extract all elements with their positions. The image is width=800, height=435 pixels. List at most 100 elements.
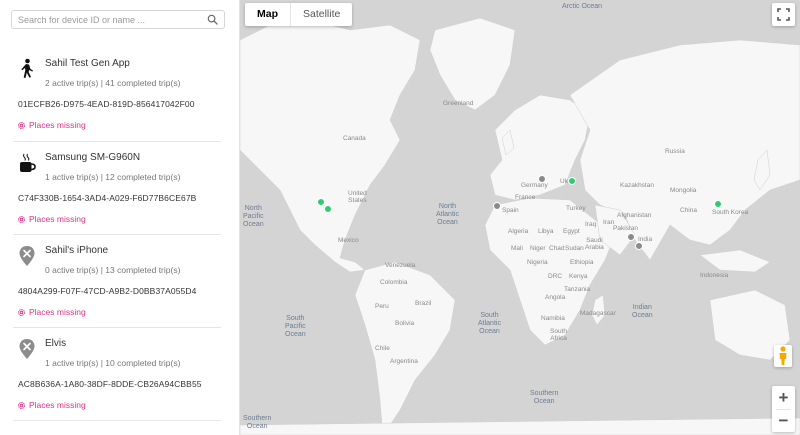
country-label: Turkey <box>566 205 586 212</box>
south-america-land <box>354 261 456 426</box>
device-location-marker[interactable] <box>324 205 332 213</box>
places-missing-link[interactable]: Places missing <box>17 120 86 130</box>
country-label: Kazakhstan <box>620 182 654 189</box>
fullscreen-icon <box>777 8 790 21</box>
map-type-control: Map Satellite <box>245 3 353 26</box>
device-item[interactable]: Elvis 1 active trip(s) | 10 completed tr… <box>0 326 239 420</box>
search-icon[interactable] <box>207 14 218 25</box>
coffee-cup-icon <box>20 153 36 172</box>
ocean-label: Indian Ocean <box>632 304 653 319</box>
country-label: China <box>680 207 697 214</box>
country-label: Algeria <box>508 228 529 235</box>
country-label: South Africa <box>550 328 567 342</box>
fullscreen-button[interactable] <box>772 3 795 26</box>
device-item[interactable]: Sahil Test Gen App 2 active trip(s) | 41… <box>0 46 239 140</box>
country-label: Germany <box>521 182 548 189</box>
country-label: Niger <box>530 245 546 252</box>
world-map[interactable]: Arctic Ocean North Pacific Ocean North A… <box>240 0 800 435</box>
device-id: 01ECFB26-D975-4EAD-819D-856417042F00 <box>18 99 195 109</box>
device-trips: 2 active trip(s) | 41 completed trip(s) <box>45 78 181 88</box>
country-label: Canada <box>343 135 366 142</box>
country-label: Argentina <box>390 358 418 365</box>
ocean-label: South Pacific Ocean <box>285 315 306 338</box>
device-id: 4804A299-F07F-47CD-A9B2-D0BB37A055D4 <box>18 286 197 296</box>
places-missing-link[interactable]: Places missing <box>17 214 86 224</box>
country-label: Peru <box>375 303 389 310</box>
map-type-map-button[interactable]: Map <box>245 3 291 26</box>
zoom-control: + − <box>772 386 795 432</box>
zoom-out-button[interactable]: − <box>772 409 795 432</box>
country-label: Bolivia <box>395 320 415 327</box>
country-label: United States <box>348 190 367 204</box>
device-trips: 1 active trip(s) | 10 completed trip(s) <box>45 358 181 368</box>
country-label: Mali <box>511 245 523 252</box>
device-item[interactable]: Samsung SM-G960N 1 active trip(s) | 12 c… <box>0 140 239 234</box>
greenland-land <box>429 17 516 111</box>
street-view-pegman[interactable] <box>774 345 792 367</box>
country-label: Venezuela <box>385 262 416 269</box>
ocean-label: South Atlantic Ocean <box>478 312 501 335</box>
device-sidebar: Sahil Test Gen App 2 active trip(s) | 41… <box>0 0 240 435</box>
country-label: Egypt <box>563 228 580 235</box>
ocean-label: Southern Ocean <box>243 415 272 430</box>
device-item[interactable]: Sahil's iPhone 0 active trip(s) | 13 com… <box>0 233 239 327</box>
gear-icon <box>18 401 25 409</box>
gear-icon <box>18 121 25 129</box>
walking-person-icon <box>21 58 33 78</box>
device-name: Elvis <box>45 338 67 349</box>
places-missing-label: Places missing <box>29 120 86 130</box>
places-missing-link[interactable]: Places missing <box>17 400 86 410</box>
ocean-label: North Atlantic Ocean <box>436 203 459 226</box>
country-label: Madagascar <box>580 310 616 317</box>
country-label: Spain <box>502 207 519 214</box>
device-id: C74F330B-1654-3AD4-A029-F6D77B6CE67B <box>18 193 197 203</box>
device-location-marker[interactable] <box>627 233 635 241</box>
search-box[interactable] <box>11 10 225 29</box>
country-label: Ethiopia <box>570 259 594 266</box>
country-label: Saudi Arabia <box>585 237 604 251</box>
ocean-label: Southern Ocean <box>530 390 559 405</box>
country-label: Namibia <box>541 315 565 322</box>
device-id: AC8B636A-1A80-38DF-8DDE-CB26A94CBB55 <box>18 379 202 389</box>
places-missing-label: Places missing <box>29 214 86 224</box>
device-location-marker[interactable] <box>493 202 501 210</box>
country-label: Iraq <box>585 221 597 228</box>
country-label: Angola <box>545 294 566 301</box>
device-name: Sahil's iPhone <box>45 245 109 256</box>
country-label: France <box>515 194 536 201</box>
device-trips: 0 active trip(s) | 13 completed trip(s) <box>45 265 181 275</box>
country-label: Chile <box>375 345 390 352</box>
country-label: Pakistan <box>613 225 638 232</box>
device-location-marker[interactable] <box>635 242 643 250</box>
device-location-marker[interactable] <box>538 175 546 183</box>
country-label: Afghanistan <box>617 212 652 219</box>
device-location-marker[interactable] <box>568 177 576 185</box>
device-name: Sahil Test Gen App <box>45 58 130 69</box>
location-x-icon <box>19 339 35 359</box>
country-label: Nigeria <box>527 259 548 266</box>
device-location-marker[interactable] <box>714 200 722 208</box>
map-type-satellite-button[interactable]: Satellite <box>291 3 352 26</box>
world-map-land <box>240 17 800 435</box>
device-name: Samsung SM-G960N <box>45 152 141 163</box>
places-missing-link[interactable]: Places missing <box>17 307 86 317</box>
country-label: Mongolia <box>670 187 697 194</box>
places-missing-label: Places missing <box>29 400 86 410</box>
zoom-in-button[interactable]: + <box>772 386 795 409</box>
country-label: Mexico <box>338 237 359 244</box>
ocean-label: Arctic Ocean <box>562 3 603 10</box>
country-label: Colombia <box>380 279 408 286</box>
search-input[interactable] <box>18 12 203 27</box>
north-america-land <box>240 19 421 273</box>
location-x-icon <box>19 246 35 266</box>
gear-icon <box>18 308 25 316</box>
ocean-label: North Pacific Ocean <box>243 205 264 228</box>
device-location-marker[interactable] <box>317 198 325 206</box>
country-label: Tanzania <box>564 286 591 293</box>
country-label: DRC <box>548 273 563 280</box>
pegman-icon <box>779 346 787 365</box>
country-label: Russia <box>665 148 685 155</box>
indonesia-land <box>699 249 771 273</box>
antarctica-land <box>240 417 800 435</box>
country-label: Sudan <box>565 245 584 252</box>
